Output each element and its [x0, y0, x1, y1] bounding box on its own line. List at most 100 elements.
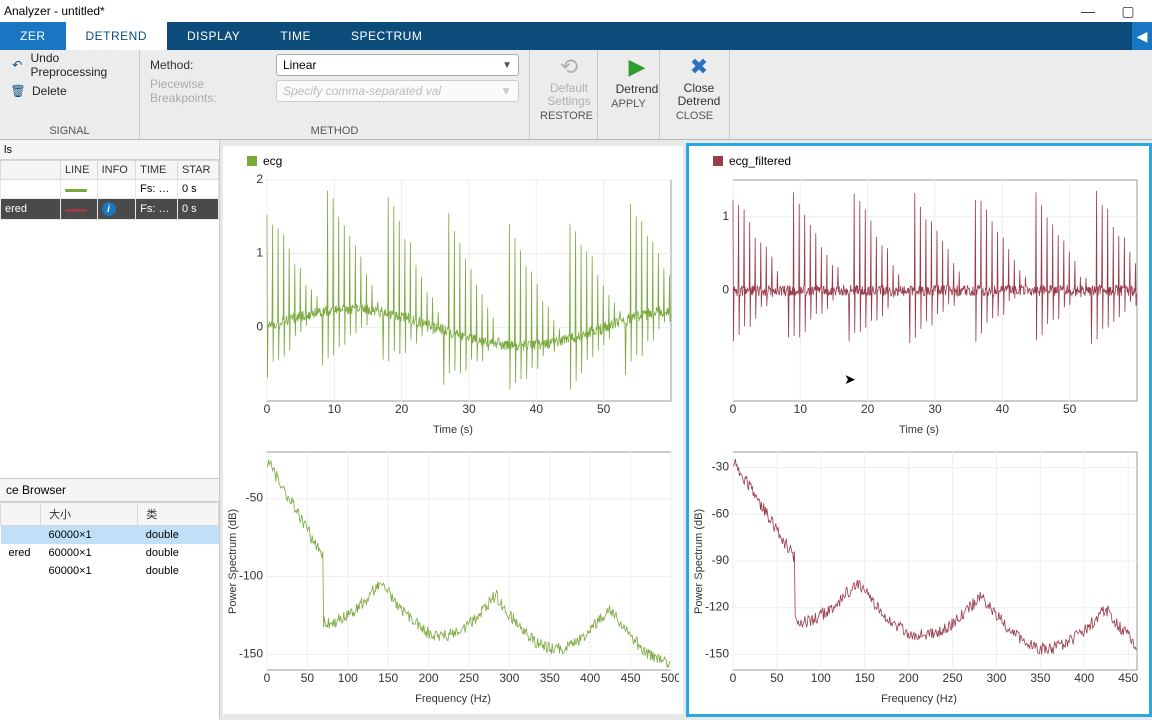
col-start: STAR: [177, 161, 218, 180]
info-icon[interactable]: i: [102, 202, 116, 216]
svg-text:-100: -100: [239, 569, 263, 583]
table-row[interactable]: 60000×1double: [1, 526, 219, 545]
undo-preprocessing-button[interactable]: ↶ Undo Preprocessing: [10, 54, 129, 76]
table-row[interactable]: 60000×1double: [1, 562, 219, 580]
svg-text:0: 0: [264, 402, 271, 416]
restore-icon: ⟲: [560, 54, 578, 80]
svg-text:50: 50: [301, 671, 315, 685]
svg-text:350: 350: [540, 671, 560, 685]
line-preview-icon: [65, 189, 87, 192]
breakpoints-input[interactable]: Specify comma-separated val ▼: [276, 80, 519, 102]
col-info: INFO: [97, 161, 136, 180]
method-value: Linear: [283, 58, 316, 72]
tab-detrend[interactable]: DETREND: [66, 22, 168, 50]
col-line: LINE: [61, 161, 98, 180]
delete-button[interactable]: 🗑 Delete: [10, 80, 129, 102]
svg-text:-60: -60: [712, 506, 730, 520]
svg-text:100: 100: [811, 671, 831, 685]
tab-display[interactable]: DISPLAY: [167, 22, 260, 50]
svg-text:0: 0: [264, 671, 271, 685]
svg-text:30: 30: [462, 402, 476, 416]
line-preview-icon: [65, 209, 87, 212]
svg-text:150: 150: [378, 671, 398, 685]
method-select[interactable]: Linear ▼: [276, 54, 519, 76]
group-close-label: CLOSE: [670, 108, 719, 122]
plot-panel-ecg[interactable]: ecg 01020304050012Time (s) 0501001502002…: [223, 146, 683, 714]
ecgf-time-plot[interactable]: 0102030405001Time (s): [693, 174, 1145, 438]
ecg-spectrum-plot[interactable]: 050100150200250300350400450500-50-100-15…: [227, 446, 679, 707]
ecg-time-plot[interactable]: 01020304050012Time (s): [227, 174, 679, 438]
legend-swatch-icon: [713, 156, 723, 166]
group-restore-label: RESTORE: [540, 108, 587, 122]
group-signal-label: SIGNAL: [10, 123, 129, 137]
svg-text:400: 400: [580, 671, 600, 685]
svg-text:-150: -150: [239, 646, 263, 660]
signals-table[interactable]: LINE INFO TIME STAR Fs: … 0 s ered i Fs:…: [0, 160, 219, 220]
svg-text:10: 10: [328, 402, 342, 416]
undo-icon: ↶: [10, 58, 25, 72]
svg-text:-120: -120: [705, 600, 729, 614]
close-detrend-button[interactable]: ✖ Close Detrend: [670, 54, 728, 108]
workspace-table[interactable]: 大小 类 60000×1double ered60000×1double 600…: [0, 502, 219, 580]
table-row[interactable]: Fs: … 0 s: [1, 180, 219, 199]
y-axis-label: Power Spectrum (dB): [227, 446, 241, 677]
svg-text:50: 50: [770, 671, 784, 685]
x-axis-label: Frequency (Hz): [693, 693, 1145, 705]
svg-text:30: 30: [928, 402, 942, 416]
svg-text:450: 450: [621, 671, 641, 685]
group-method-label: METHOD: [150, 123, 519, 137]
svg-text:0: 0: [730, 402, 737, 416]
x-axis-label: Time (s): [693, 424, 1145, 436]
svg-text:50: 50: [1063, 402, 1077, 416]
default-settings-button[interactable]: ⟲ Default Settings: [540, 54, 598, 108]
y-axis-label: Power Spectrum (dB): [693, 446, 707, 677]
ecgf-spectrum-plot[interactable]: 050100150200250300350400450-30-60-90-120…: [693, 446, 1145, 707]
svg-text:50: 50: [597, 402, 611, 416]
tab-time[interactable]: TIME: [260, 22, 331, 50]
svg-text:0: 0: [256, 319, 263, 333]
svg-text:300: 300: [986, 671, 1006, 685]
detrend-label: Detrend: [616, 82, 659, 96]
close-icon: ✖: [690, 54, 708, 80]
group-apply-label: APPLY: [608, 96, 649, 110]
x-axis-label: Time (s): [227, 424, 679, 436]
col-time: TIME: [136, 161, 178, 180]
svg-text:100: 100: [338, 671, 358, 685]
table-row[interactable]: ered60000×1double: [1, 544, 219, 562]
close-detrend-label: Close Detrend: [670, 82, 728, 108]
tab-analyzer[interactable]: ZER: [0, 22, 66, 50]
svg-text:250: 250: [943, 671, 963, 685]
titlebar: Analyzer - untitled* — ▢: [0, 0, 1152, 22]
svg-text:500: 500: [661, 671, 679, 685]
svg-text:400: 400: [1074, 671, 1094, 685]
svg-text:200: 200: [899, 671, 919, 685]
svg-text:40: 40: [530, 402, 544, 416]
svg-text:10: 10: [794, 402, 808, 416]
plot-panel-ecg-filtered[interactable]: ecg_filtered 0102030405001Time (s) 05010…: [689, 146, 1149, 714]
maximize-button[interactable]: ▢: [1108, 3, 1148, 20]
svg-text:20: 20: [861, 402, 875, 416]
delete-label: Delete: [32, 84, 67, 98]
window-title: Analyzer - untitled*: [4, 4, 1068, 18]
table-row[interactable]: ered i Fs: … 0 s: [1, 199, 219, 220]
svg-text:-90: -90: [712, 553, 730, 567]
detrend-button[interactable]: ▶ Detrend: [608, 54, 666, 96]
ribbon-collapse-arrow-icon[interactable]: ◀: [1132, 22, 1152, 50]
workspace-browser-title: ce Browser: [0, 478, 219, 502]
minimize-button[interactable]: —: [1068, 3, 1108, 19]
svg-text:1: 1: [256, 246, 263, 260]
ribbon-tabstrip: ZER DETREND DISPLAY TIME SPECTRUM ◀: [0, 22, 1152, 50]
chevron-down-icon: ▼: [502, 60, 512, 71]
x-axis-label: Frequency (Hz): [227, 693, 679, 705]
play-icon: ▶: [629, 54, 646, 80]
svg-text:-30: -30: [712, 460, 730, 474]
undo-label: Undo Preprocessing: [31, 51, 130, 79]
legend-swatch-icon: [247, 156, 257, 166]
legend-label: ecg_filtered: [729, 154, 791, 168]
tab-spectrum[interactable]: SPECTRUM: [331, 22, 442, 50]
svg-text:0: 0: [722, 283, 729, 297]
svg-text:1: 1: [722, 209, 729, 223]
default-settings-label: Default Settings: [540, 82, 598, 108]
breakpoints-label: Piecewise Breakpoints:: [150, 77, 270, 105]
trash-icon: 🗑: [10, 84, 26, 98]
